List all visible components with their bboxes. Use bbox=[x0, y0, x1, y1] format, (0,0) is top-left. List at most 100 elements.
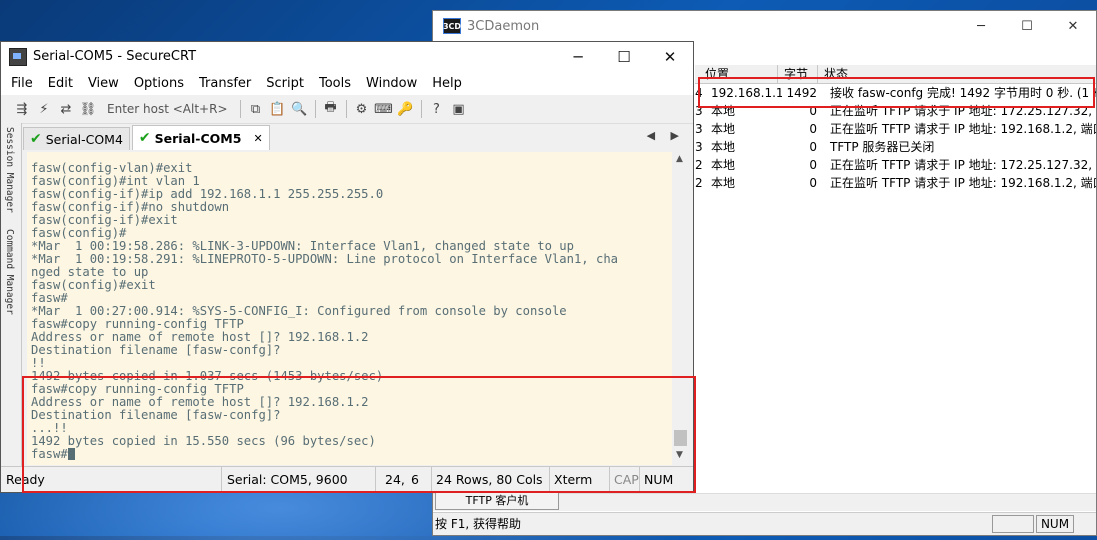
scroll-up-icon[interactable]: ▲ bbox=[676, 154, 683, 164]
table-row[interactable]: 2 本地 0 正在监听 TFTP 请求于 IP 地址: 172.25.127.32, … bbox=[695, 156, 1096, 174]
menu-script[interactable]: Script bbox=[261, 76, 309, 91]
status-row: 24, bbox=[375, 467, 407, 492]
status-num: NUM bbox=[639, 467, 693, 492]
tab-serial-com5[interactable]: ✔ Serial-COM5 ✕ bbox=[131, 125, 270, 150]
row-bytes: 0 bbox=[809, 140, 817, 154]
disconnect-icon[interactable]: ⛓ bbox=[79, 100, 97, 118]
print-icon[interactable]: 🖶 bbox=[322, 100, 340, 118]
help-icon[interactable]: ? bbox=[428, 100, 446, 118]
row-location: 本地 bbox=[711, 122, 736, 136]
connected-check-icon: ✔ bbox=[30, 131, 42, 147]
reconnect-icon[interactable]: ⇄ bbox=[57, 100, 75, 118]
toolbar-separator bbox=[239, 100, 241, 118]
menu-view[interactable]: View bbox=[83, 76, 124, 91]
tab-serial-com4[interactable]: ✔ Serial-COM4 bbox=[23, 127, 130, 150]
row-location: 本地 bbox=[711, 176, 736, 190]
terminal-line: *Mar 1 00:19:58.286: %LINK-3-UPDOWN: Int… bbox=[31, 239, 574, 253]
terminal-line: !! bbox=[31, 356, 46, 370]
terminal-line: fasw(config-if)#no shutdown bbox=[31, 200, 230, 214]
paste-icon[interactable]: 📋 bbox=[269, 100, 287, 118]
terminal-line: ...!! bbox=[31, 421, 68, 435]
settings-gear-icon[interactable]: ⚙ bbox=[353, 100, 371, 118]
securecrt-window: Serial-COM5 - SecureCRT ─ ☐ ✕ File Edit … bbox=[0, 41, 694, 493]
tab-tftp-client[interactable]: TFTP 客户机 bbox=[435, 491, 559, 510]
column-header-location[interactable]: 位置 bbox=[695, 65, 778, 83]
toolbar-separator bbox=[314, 100, 316, 118]
close-button[interactable]: ✕ bbox=[1050, 11, 1096, 41]
terminal-line: Destination filename [fasw-confg]? bbox=[31, 343, 281, 357]
menu-transfer[interactable]: Transfer bbox=[194, 76, 256, 91]
row-id: 3 bbox=[695, 122, 703, 136]
connect-icon[interactable]: ⇶ bbox=[13, 100, 31, 118]
session-tabs: ✔ Serial-COM4 ✔ Serial-COM5 ✕ ◀ ▶ bbox=[23, 125, 693, 150]
menu-tools[interactable]: Tools bbox=[314, 76, 356, 91]
row-status: 接收 fasw-confg 完成! 1492 字节用时 0 秒. (1 KB bbox=[830, 86, 1096, 100]
row-location: 本地 bbox=[711, 104, 736, 118]
key-icon[interactable]: 🔑 bbox=[397, 100, 415, 118]
row-status: TFTP 服务器已关闭 bbox=[830, 140, 935, 154]
table-row[interactable]: 3 本地 0 TFTP 服务器已关闭 bbox=[695, 138, 1096, 156]
table-row[interactable]: 2 本地 0 正在监听 TFTP 请求于 IP 地址: 192.168.1.2, 端口… bbox=[695, 174, 1096, 192]
find-icon[interactable]: 🔍 bbox=[291, 100, 309, 118]
column-header-status[interactable]: 状态 bbox=[818, 65, 1096, 83]
row-id: 2 bbox=[695, 158, 703, 172]
terminal-line: fasw(config)# bbox=[31, 226, 127, 240]
terminal-line: fasw#copy running-config TFTP bbox=[31, 382, 244, 396]
menu-window[interactable]: Window bbox=[361, 76, 422, 91]
status-dimensions: 24 Rows, 80 Cols bbox=[431, 467, 549, 492]
status-ready: Ready bbox=[6, 472, 45, 487]
row-location: 192.168.1.1 bbox=[711, 86, 782, 100]
maximize-button[interactable]: ☐ bbox=[601, 42, 647, 71]
about-icon[interactable]: ▣ bbox=[450, 100, 468, 118]
menu-help[interactable]: Help bbox=[427, 76, 467, 91]
maximize-button[interactable]: ☐ bbox=[1004, 11, 1050, 41]
terminal-line: 1492 bytes copied in 15.550 secs (96 byt… bbox=[31, 434, 376, 448]
status-pane bbox=[992, 515, 1034, 533]
row-bytes: 0 bbox=[809, 158, 817, 172]
table-row[interactable]: 4 192.168.1.1 1492 接收 fasw-confg 完成! 1492 字… bbox=[695, 84, 1096, 102]
table-row[interactable]: 3 本地 0 正在监听 TFTP 请求于 IP 地址: 172.25.127.32, … bbox=[695, 102, 1096, 120]
terminal-line: fasw# bbox=[31, 447, 68, 461]
tab-prev-icon[interactable]: ◀ bbox=[647, 129, 655, 142]
row-status: 正在监听 TFTP 请求于 IP 地址: 192.168.1.2, 端口 0 bbox=[830, 122, 1096, 136]
keymap-icon[interactable]: ⌨ bbox=[374, 100, 393, 118]
row-status: 正在监听 TFTP 请求于 IP 地址: 172.25.127.32, 端口 bbox=[830, 104, 1096, 118]
terminal-line: fasw# bbox=[31, 291, 68, 305]
minimize-button[interactable]: ─ bbox=[555, 42, 601, 71]
quick-connect-icon[interactable]: ⚡ bbox=[35, 100, 53, 118]
status-cap: CAP bbox=[609, 467, 639, 492]
terminal-output[interactable]: fasw(config-vlan)#exit fasw(config)#int … bbox=[27, 152, 672, 465]
tcdaemon-title: 3CDaemon bbox=[467, 18, 540, 34]
minimize-button[interactable]: ─ bbox=[958, 11, 1004, 41]
row-status: 正在监听 TFTP 请求于 IP 地址: 172.25.127.32, 端口 bbox=[830, 158, 1096, 172]
close-button[interactable]: ✕ bbox=[647, 42, 693, 71]
host-input[interactable]: Enter host <Alt+R> bbox=[107, 102, 228, 116]
terminal-line: fasw(config-vlan)#exit bbox=[31, 161, 193, 175]
terminal-text: fasw(config-vlan)#exit fasw(config)#int … bbox=[27, 152, 672, 461]
table-row[interactable]: 3 本地 0 正在监听 TFTP 请求于 IP 地址: 192.168.1.2, 端口… bbox=[695, 120, 1096, 138]
terminal-line: fasw(config)#exit bbox=[31, 278, 156, 292]
menu-edit[interactable]: Edit bbox=[43, 76, 78, 91]
connected-check-icon: ✔ bbox=[138, 130, 151, 146]
menu-options[interactable]: Options bbox=[129, 76, 189, 91]
tab-close-icon[interactable]: ✕ bbox=[253, 132, 262, 145]
session-manager-tab[interactable]: Session Manager bbox=[4, 127, 15, 213]
toolbar-separator bbox=[420, 100, 422, 118]
terminal-line: *Mar 1 00:27:00.914: %SYS-5-CONFIG_I: Co… bbox=[31, 304, 567, 318]
terminal-line: fasw(config-if)#ip add 192.168.1.1 255.2… bbox=[31, 187, 384, 201]
terminal-scrollbar[interactable]: ▲ ▼ bbox=[672, 152, 690, 465]
terminal-cursor bbox=[67, 448, 75, 460]
row-bytes: 0 bbox=[809, 104, 817, 118]
row-location: 本地 bbox=[711, 140, 736, 154]
menu-file[interactable]: File bbox=[6, 76, 38, 91]
scroll-thumb[interactable] bbox=[674, 430, 687, 446]
tab-label: Serial-COM4 bbox=[45, 131, 123, 147]
side-panel: Session Manager Command Manager bbox=[1, 123, 22, 469]
scroll-down-icon[interactable]: ▼ bbox=[676, 450, 683, 460]
row-id: 4 bbox=[695, 86, 703, 100]
toolbar: ⇶ ⚡ ⇄ ⛓ Enter host <Alt+R> ⧉ 📋 🔍 🖶 ⚙ ⌨ 🔑… bbox=[1, 95, 693, 124]
column-header-bytes[interactable]: 字节 bbox=[778, 65, 818, 83]
copy-icon[interactable]: ⧉ bbox=[247, 100, 265, 118]
command-manager-tab[interactable]: Command Manager bbox=[4, 229, 15, 315]
tab-next-icon[interactable]: ▶ bbox=[671, 129, 679, 142]
